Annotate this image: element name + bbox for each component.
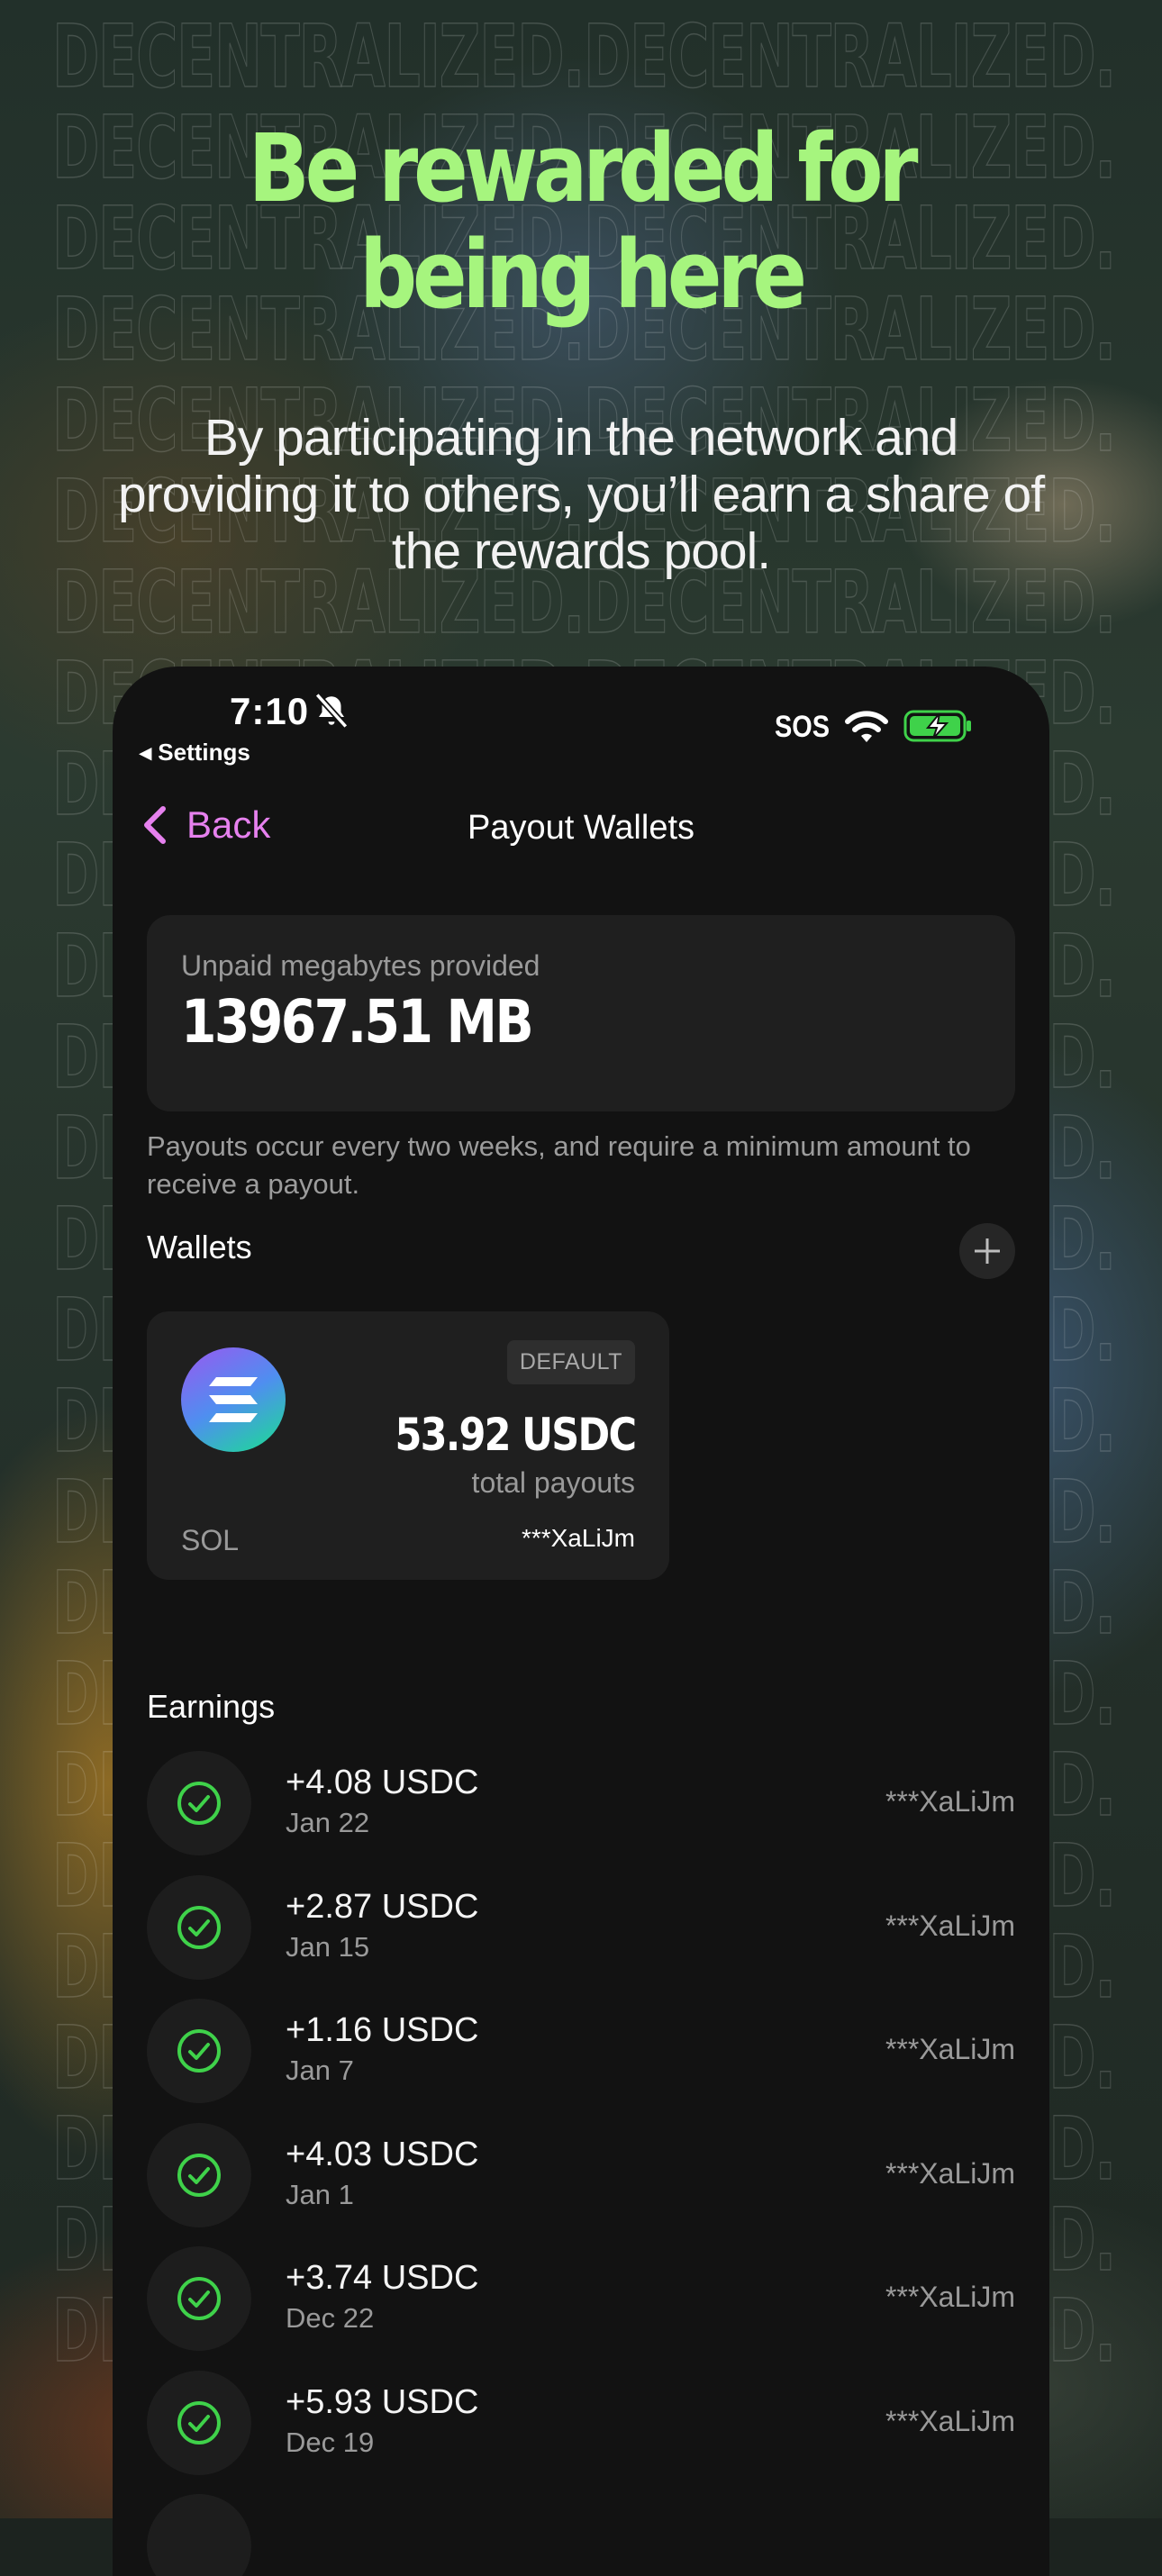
page-title: Payout Wallets — [467, 809, 695, 847]
earning-row[interactable]: +5.93 USDC Dec 19 ***XaLiJm — [147, 2370, 1015, 2495]
check-circle-icon — [147, 1751, 251, 1855]
unpaid-value: 13967.51 MB — [181, 987, 534, 1057]
earning-date: Dec 22 — [286, 2302, 375, 2334]
wallet-total-amount: 53.92 USDC — [395, 1409, 637, 1461]
earnings-list: +4.08 USDC Jan 22 ***XaLiJm +2.87 USDC J… — [147, 1751, 1015, 2576]
earning-row[interactable]: +4.08 USDC Jan 22 ***XaLiJm — [147, 1751, 1015, 1875]
hero-title-line-1: Be rewarded for — [248, 113, 919, 223]
default-badge: DEFAULT — [506, 1340, 635, 1384]
wallet-card[interactable]: DEFAULT 53.92 USDC total payouts SOL ***… — [147, 1311, 669, 1580]
earning-address: ***XaLiJm — [885, 2281, 1015, 2313]
phone-screen: 7:10 ◂ Settings SOS Back Payout Wallets … — [113, 667, 1049, 2576]
wallet-total-caption: total payouts — [471, 1466, 635, 1499]
check-circle-icon — [147, 2122, 251, 2227]
battery-charging-icon — [903, 710, 971, 742]
unpaid-megabytes-card: Unpaid megabytes provided 13967.51 MB — [147, 915, 1015, 1111]
wifi-icon — [845, 711, 888, 742]
status-time: 7:10 — [230, 690, 310, 732]
earning-address: ***XaLiJm — [885, 1785, 1015, 1818]
payout-note: Payouts occur every two weeks, and requi… — [147, 1130, 971, 1200]
hero-title: Be rewarded for being here — [81, 115, 1080, 328]
unpaid-label: Unpaid megabytes provided — [181, 949, 540, 982]
earning-row[interactable]: +4.03 USDC Jan 1 ***XaLiJm — [147, 2122, 1015, 2247]
check-circle-icon — [147, 1999, 251, 2103]
solana-logo-icon — [181, 1347, 286, 1452]
add-wallet-button[interactable] — [959, 1223, 1015, 1279]
hero-subtitle: By participating in the network and prov… — [117, 409, 1045, 580]
hero-title-line-2: being here — [359, 220, 807, 330]
earning-amount: +5.93 USDC — [286, 2382, 479, 2421]
watermark-row: DECENTRALIZED.DECENTRALIZED. — [52, 6, 1115, 107]
earnings-heading: Earnings — [147, 1688, 276, 1725]
earning-row[interactable]: +1.16 USDC Jan 7 ***XaLiJm — [147, 1999, 1015, 2123]
check-circle-icon — [147, 1874, 251, 1980]
wallet-address: ***XaLiJm — [521, 1524, 635, 1552]
check-circle-icon — [147, 2494, 251, 2576]
earning-address: ***XaLiJm — [885, 2156, 1015, 2190]
earning-row-partial[interactable] — [147, 2494, 1015, 2576]
plus-icon — [975, 1238, 1000, 1264]
earning-amount: +4.08 USDC — [286, 1764, 479, 1801]
status-sos: SOS — [775, 710, 831, 744]
check-circle-icon — [147, 2246, 251, 2351]
earning-row[interactable]: +2.87 USDC Jan 15 ***XaLiJm — [147, 1874, 1015, 2000]
wallets-heading: Wallets — [147, 1229, 252, 1265]
earning-date: Jan 7 — [286, 2054, 354, 2086]
earning-address: ***XaLiJm — [885, 1909, 1015, 1942]
bell-slash-icon — [314, 693, 349, 729]
earning-row[interactable]: +3.74 USDC Dec 22 ***XaLiJm — [147, 2246, 1015, 2371]
earning-date: Jan 15 — [286, 1930, 370, 1963]
earning-amount: +4.03 USDC — [286, 2135, 479, 2173]
earning-address: ***XaLiJm — [885, 2404, 1015, 2437]
earning-date: Jan 22 — [286, 1807, 370, 1838]
earning-amount: +3.74 USDC — [286, 2259, 479, 2297]
status-back-to-settings[interactable]: ◂ Settings — [140, 739, 250, 766]
wallet-chain: SOL — [181, 1524, 240, 1556]
earning-date: Dec 19 — [286, 2426, 375, 2458]
earning-amount: +2.87 USDC — [286, 1887, 479, 1926]
earning-date: Jan 1 — [286, 2178, 354, 2210]
earning-address: ***XaLiJm — [885, 2033, 1015, 2065]
earning-amount: +1.16 USDC — [286, 2011, 479, 2049]
check-circle-icon — [147, 2370, 251, 2475]
